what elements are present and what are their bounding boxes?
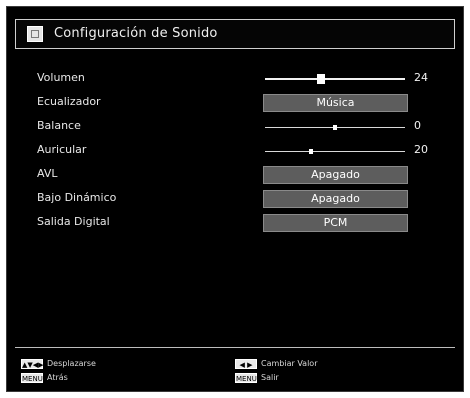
hint-change-label: Cambiar Valor: [261, 359, 318, 368]
hint-back-label: Atrás: [47, 373, 68, 382]
hint-move-label: Desplazarse: [47, 359, 96, 368]
salida-digital-option[interactable]: PCM: [263, 214, 408, 232]
avl-option[interactable]: Apagado: [263, 166, 408, 184]
arrow-keys-icon: ▲▼◀▶: [21, 359, 44, 369]
auricular-slider-knob[interactable]: [309, 149, 314, 154]
sound-settings-icon: [27, 26, 43, 42]
volumen-value: 24: [414, 71, 428, 84]
sound-settings-screen: Configuración de Sonido Volumen 24 Ecual…: [6, 6, 464, 392]
title-bar: Configuración de Sonido: [15, 19, 455, 49]
volumen-slider-knob[interactable]: [317, 74, 325, 84]
menu-key-icon: MENU: [21, 373, 43, 383]
menu-item-salida-digital[interactable]: Salida Digital PCM: [37, 213, 437, 233]
bajo-dinamico-option[interactable]: Apagado: [263, 190, 408, 208]
menu-item-volumen[interactable]: Volumen 24: [37, 69, 437, 89]
balance-value: 0: [414, 119, 421, 132]
menu-item-label: Volumen: [37, 71, 85, 84]
balance-slider-knob[interactable]: [333, 125, 337, 130]
menu-item-label: Ecualizador: [37, 95, 101, 108]
menu-item-label: Auricular: [37, 143, 87, 156]
balance-slider[interactable]: [265, 125, 405, 130]
menu-item-ecualizador[interactable]: Ecualizador Música: [37, 93, 437, 113]
menu-item-balance[interactable]: Balance 0: [37, 117, 437, 137]
menu-item-auricular[interactable]: Auricular 20: [37, 141, 437, 161]
left-right-keys-icon: ◀ ▶: [235, 359, 257, 369]
menu-item-label: Bajo Dinámico: [37, 191, 117, 204]
menu-item-avl[interactable]: AVL Apagado: [37, 165, 437, 185]
volumen-slider[interactable]: [265, 74, 405, 84]
footer-divider: [15, 347, 455, 348]
menu-item-label: Salida Digital: [37, 215, 110, 228]
menu-item-label: Balance: [37, 119, 81, 132]
auricular-value: 20: [414, 143, 428, 156]
hint-exit-label: Salir: [261, 373, 279, 382]
ecualizador-option[interactable]: Música: [263, 94, 408, 112]
menu-item-bajo-dinamico[interactable]: Bajo Dinámico Apagado: [37, 189, 437, 209]
page-title: Configuración de Sonido: [54, 26, 218, 41]
menu-item-label: AVL: [37, 167, 58, 180]
auricular-slider[interactable]: [265, 149, 405, 154]
menu-key-icon: MENU: [235, 373, 257, 383]
